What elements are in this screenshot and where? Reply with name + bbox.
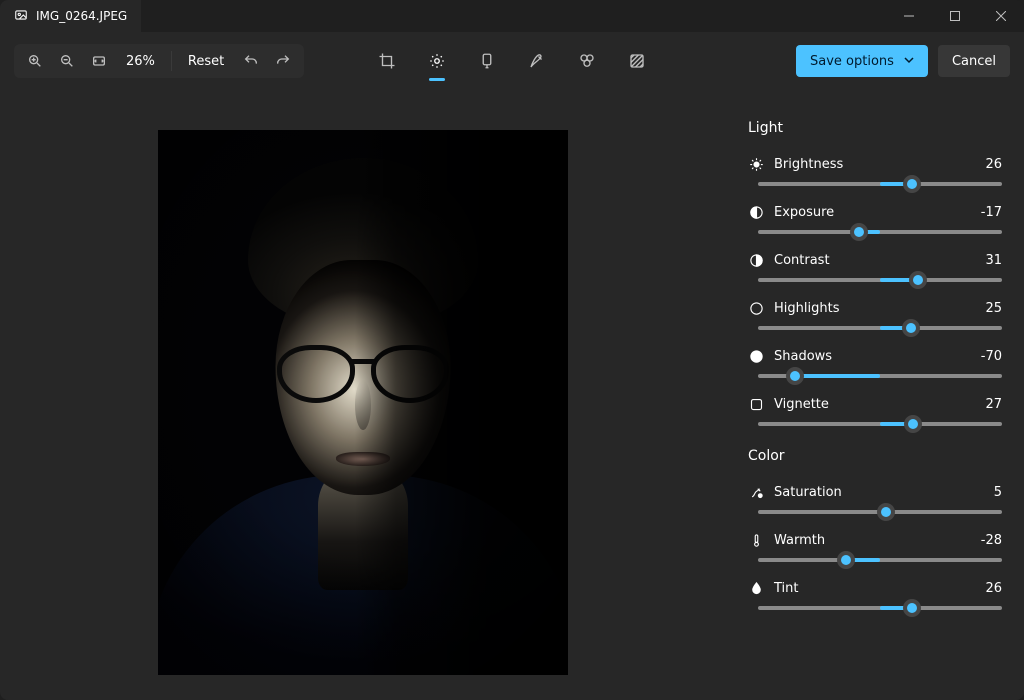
zoom-out-button[interactable] [52, 46, 82, 76]
tint-icon [748, 580, 764, 596]
tint-track[interactable] [758, 606, 1002, 610]
saturation-value: 5 [994, 485, 1002, 500]
color-section-title: Color [748, 448, 1002, 464]
saturation-label: Saturation [774, 485, 994, 500]
retouch-tool[interactable] [572, 41, 602, 81]
saturation-track[interactable] [758, 510, 1002, 514]
tool-tabs [372, 41, 652, 81]
reset-button[interactable]: Reset [178, 46, 234, 76]
photo-app-icon [14, 8, 28, 25]
shadows-thumb[interactable] [786, 367, 804, 385]
file-tab[interactable]: IMG_0264.JPEG [0, 0, 141, 32]
exposure-track[interactable] [758, 230, 1002, 234]
highlights-track[interactable] [758, 326, 1002, 330]
exposure-slider: Exposure-17 [748, 204, 1002, 234]
brightness-thumb[interactable] [903, 175, 921, 193]
save-options-button[interactable]: Save options [796, 45, 928, 77]
tint-value: 26 [985, 581, 1002, 596]
warmth-slider: Warmth-28 [748, 532, 1002, 562]
highlights-slider: Highlights25 [748, 300, 1002, 330]
zoom-in-button[interactable] [20, 46, 50, 76]
editor-toolbar: 26% Reset [0, 32, 1024, 90]
markup-tool[interactable] [522, 41, 552, 81]
vignette-label: Vignette [774, 397, 985, 412]
photo-preview [158, 130, 568, 675]
maximize-button[interactable] [932, 0, 978, 32]
warmth-icon [748, 532, 764, 548]
tint-slider: Tint26 [748, 580, 1002, 610]
vignette-track[interactable] [758, 422, 1002, 426]
vignette-value: 27 [985, 397, 1002, 412]
exposure-icon [748, 204, 764, 220]
close-button[interactable] [978, 0, 1024, 32]
canvas-area[interactable] [0, 90, 726, 700]
brightness-value: 26 [985, 157, 1002, 172]
fit-screen-button[interactable] [84, 46, 114, 76]
brightness-label: Brightness [774, 157, 985, 172]
light-section-title: Light [748, 120, 1002, 136]
titlebar: IMG_0264.JPEG [0, 0, 1024, 32]
shadows-icon [748, 348, 764, 364]
chevron-down-icon [904, 54, 914, 69]
saturation-thumb[interactable] [877, 503, 895, 521]
undo-button[interactable] [236, 46, 266, 76]
contrast-icon [748, 252, 764, 268]
shadows-label: Shadows [774, 349, 981, 364]
redo-button[interactable] [268, 46, 298, 76]
cancel-label: Cancel [952, 54, 996, 69]
cancel-button[interactable]: Cancel [938, 45, 1010, 77]
exposure-value: -17 [981, 205, 1002, 220]
exposure-thumb[interactable] [850, 223, 868, 241]
adjustments-panel: Light Brightness26Exposure-17Contrast31H… [726, 90, 1024, 700]
exposure-label: Exposure [774, 205, 981, 220]
saturation-icon [748, 484, 764, 500]
contrast-thumb[interactable] [909, 271, 927, 289]
warmth-value: -28 [981, 533, 1002, 548]
minimize-button[interactable] [886, 0, 932, 32]
filename-label: IMG_0264.JPEG [36, 9, 127, 23]
brightness-icon [748, 156, 764, 172]
contrast-value: 31 [985, 253, 1002, 268]
saturation-slider: Saturation5 [748, 484, 1002, 514]
save-label: Save options [810, 54, 894, 69]
tint-label: Tint [774, 581, 985, 596]
highlights-label: Highlights [774, 301, 985, 316]
photo-editor-window: IMG_0264.JPEG 26% [0, 0, 1024, 700]
brightness-track[interactable] [758, 182, 1002, 186]
tint-thumb[interactable] [903, 599, 921, 617]
adjustment-tool[interactable] [422, 41, 452, 81]
warmth-track[interactable] [758, 558, 1002, 562]
separator [171, 51, 172, 71]
crop-tool[interactable] [372, 41, 402, 81]
contrast-track[interactable] [758, 278, 1002, 282]
shadows-slider: Shadows-70 [748, 348, 1002, 378]
main-area: Light Brightness26Exposure-17Contrast31H… [0, 90, 1024, 700]
zoom-percent-label[interactable]: 26% [116, 46, 165, 76]
highlights-value: 25 [985, 301, 1002, 316]
window-controls [886, 0, 1024, 32]
highlights-icon [748, 300, 764, 316]
warmth-thumb[interactable] [837, 551, 855, 569]
brightness-slider: Brightness26 [748, 156, 1002, 186]
zoom-group: 26% Reset [14, 44, 304, 78]
filter-tool[interactable] [472, 41, 502, 81]
shadows-track[interactable] [758, 374, 1002, 378]
vignette-icon [748, 396, 764, 412]
background-tool[interactable] [622, 41, 652, 81]
contrast-slider: Contrast31 [748, 252, 1002, 282]
warmth-label: Warmth [774, 533, 981, 548]
contrast-label: Contrast [774, 253, 985, 268]
highlights-thumb[interactable] [902, 319, 920, 337]
vignette-slider: Vignette27 [748, 396, 1002, 426]
shadows-value: -70 [981, 349, 1002, 364]
vignette-thumb[interactable] [904, 415, 922, 433]
